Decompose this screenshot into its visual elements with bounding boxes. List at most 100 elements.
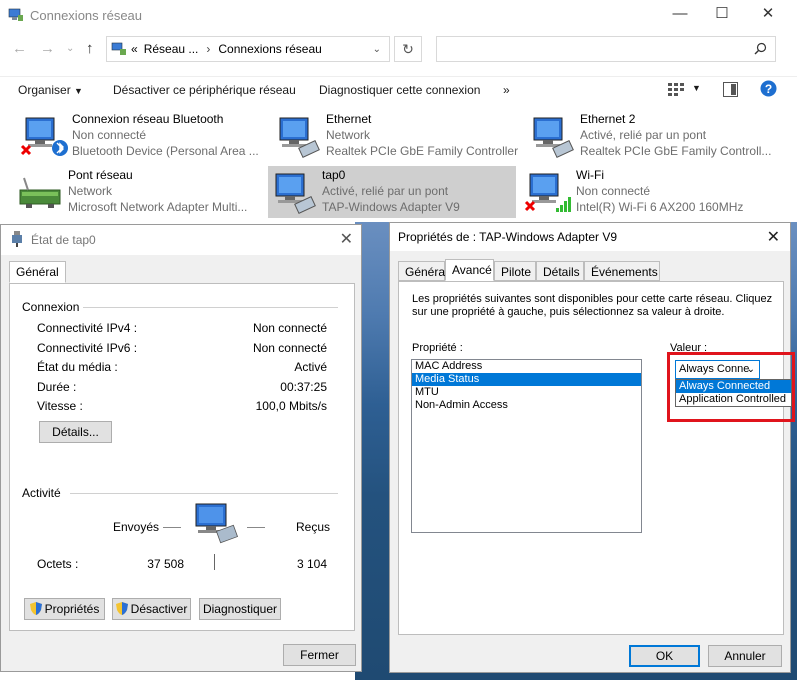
connection-name: Pont réseau: [68, 168, 133, 182]
tab-general[interactable]: Général: [9, 261, 66, 283]
connection-tile[interactable]: Wi-Fi Non connecté Intel(R) Wi-Fi 6 AX200 …: [522, 166, 770, 218]
properties-dialog-title: Propriétés de : TAP-Windows Adapter V9: [398, 230, 617, 244]
media-state-label: État du média :: [37, 360, 118, 374]
duration-label: Durée :: [37, 380, 77, 394]
connection-status: Activé, relié par un pont: [322, 184, 449, 198]
forward-arrow-icon[interactable]: →: [40, 40, 55, 57]
status-dialog: État de tap0 ✕ Général Connexion Connect…: [0, 224, 362, 672]
breadcrumb-separator: ›: [206, 42, 211, 56]
breadcrumb-prefix[interactable]: «: [131, 42, 138, 56]
connection-name: Ethernet: [326, 112, 372, 126]
uac-shield-icon: [115, 602, 128, 615]
diagnose-button[interactable]: Diagnostiquer: [199, 598, 281, 620]
address-dropdown-icon[interactable]: ⌄: [373, 44, 381, 55]
sent-label: Envoyés: [113, 520, 160, 534]
maximize-button[interactable]: ☐: [699, 0, 745, 28]
connection-status: Network: [326, 128, 371, 142]
connection-device: Intel(R) Wi-Fi 6 AX200 160MHz: [576, 200, 744, 214]
property-item-mac-address[interactable]: MAC Address: [412, 360, 641, 373]
duration-value: 00:37:25: [280, 380, 327, 394]
properties-button[interactable]: Propriétés: [24, 598, 105, 620]
connection-group-label: Connexion: [22, 300, 84, 314]
tab-driver[interactable]: Pilote: [494, 261, 536, 281]
activity-adapter-icon: [195, 503, 239, 544]
address-bar-row: ← → ⌄ ↑ « Réseau ... › Connexions réseau…: [0, 34, 797, 64]
address-input[interactable]: « Réseau ... › Connexions réseau ⌄: [106, 36, 390, 62]
connection-tile[interactable]: Pont réseau Network Microsoft Network Adap…: [14, 166, 262, 218]
ok-button[interactable]: OK: [629, 645, 700, 667]
diagnose-command[interactable]: Diagnostiquer cette connexion: [319, 83, 480, 97]
close-window-button[interactable]: ✕: [745, 0, 791, 28]
preview-pane-icon[interactable]: [723, 82, 738, 97]
property-item-media-status[interactable]: Media Status: [412, 373, 641, 386]
octets-received-value: 3 104: [296, 557, 327, 571]
breadcrumb-connexions[interactable]: Connexions réseau: [218, 42, 321, 56]
activity-group-line: [70, 493, 338, 494]
more-commands-button[interactable]: »: [503, 83, 510, 97]
activity-group-label: Activité: [22, 486, 65, 500]
connection-device: Realtek PCIe GbE Family Controll...: [580, 144, 772, 158]
explorer-window: Connexions réseau — ☐ ✕ ← → ⌄ ↑ « Réseau…: [0, 0, 797, 222]
up-arrow-icon[interactable]: ↑: [86, 40, 94, 57]
organize-menu[interactable]: Organiser ▼: [18, 83, 83, 97]
advanced-panel: Les propriétés suivantes sont disponible…: [398, 281, 792, 635]
connection-status: Network: [68, 184, 113, 198]
connection-tile[interactable]: Ethernet 2 Activé, relié par un pont Realt…: [526, 110, 774, 162]
connection-device: TAP-Windows Adapter V9: [322, 200, 460, 214]
media-state-value: Activé: [294, 360, 327, 374]
property-label: Propriété :: [412, 342, 463, 354]
status-dialog-titlebar: État de tap0 ✕: [1, 225, 361, 255]
view-options-icon[interactable]: [668, 83, 684, 96]
details-button[interactable]: Détails...: [39, 421, 112, 443]
tab-general[interactable]: Général: [398, 261, 448, 281]
speed-label: Vitesse :: [37, 399, 83, 413]
ipv6-value: Non connecté: [252, 341, 327, 355]
connection-tile[interactable]: Connexion réseau Bluetooth Non connecté Bl…: [18, 110, 266, 162]
connection-status: Non connecté: [576, 184, 651, 198]
connection-device: Microsoft Network Adapter Multi...: [68, 200, 248, 214]
help-icon[interactable]: ?: [760, 80, 777, 97]
svg-text:?: ?: [765, 82, 772, 96]
breadcrumb-reseau[interactable]: Réseau ...: [144, 42, 199, 56]
connection-tile[interactable]: Ethernet Network Realtek PCIe GbE Family C…: [272, 110, 520, 162]
uac-shield-icon: [29, 602, 42, 615]
speed-value: 100,0 Mbits/s: [255, 399, 327, 413]
tab-events[interactable]: Événements: [584, 261, 660, 281]
property-listbox[interactable]: MAC Address Media Status MTU Non-Admin A…: [411, 359, 642, 533]
tab-advanced[interactable]: Avancé: [445, 259, 494, 281]
properties-dialog: Propriétés de : TAP-Windows Adapter V9 ✕…: [389, 222, 792, 673]
connection-name: Wi-Fi: [576, 168, 604, 182]
properties-close-icon[interactable]: ✕: [767, 227, 780, 247]
ipv4-label: Connectivité IPv4 :: [37, 321, 138, 335]
property-item-mtu[interactable]: MTU: [412, 386, 641, 399]
adapter-status-icon: [12, 231, 22, 247]
octets-sent-value: 37 508: [147, 557, 184, 571]
dropdown-arrow-icon: ▼: [74, 86, 83, 96]
annotation-highlight-box: [667, 352, 795, 422]
search-input[interactable]: [436, 36, 776, 62]
connection-status: Activé, relié par un pont: [580, 128, 707, 142]
status-general-panel: Connexion Connectivité IPv4 : Non connec…: [9, 283, 355, 631]
network-connections-icon: [8, 8, 23, 21]
received-label: Reçus: [296, 520, 331, 534]
cancel-button[interactable]: Annuler: [708, 645, 782, 667]
network-adapter-icon: [533, 117, 574, 158]
connection-tile[interactable]: tap0 Activé, relié par un pont TAP-Windows…: [268, 166, 516, 218]
recent-chevron-icon[interactable]: ⌄: [66, 43, 74, 54]
back-arrow-icon[interactable]: ←: [12, 40, 27, 57]
view-dropdown-icon[interactable]: ▼: [692, 83, 701, 93]
close-status-button[interactable]: Fermer: [283, 644, 356, 666]
disable-button[interactable]: Désactiver: [112, 598, 191, 620]
window-title: Connexions réseau: [30, 7, 143, 23]
refresh-icon: ↻: [402, 41, 414, 57]
tab-details[interactable]: Détails: [536, 261, 584, 281]
command-bar: Organiser ▼ Désactiver ce périphérique r…: [0, 76, 797, 102]
disable-device-command[interactable]: Désactiver ce périphérique réseau: [113, 83, 296, 97]
refresh-button[interactable]: ↻: [394, 36, 422, 62]
properties-dialog-titlebar: Propriétés de : TAP-Windows Adapter V9 ✕: [390, 223, 790, 251]
status-close-icon[interactable]: ✕: [340, 229, 353, 249]
search-icon: [754, 42, 767, 55]
connection-group-line: [80, 307, 338, 308]
property-item-non-admin-access[interactable]: Non-Admin Access: [412, 399, 641, 412]
minimize-button[interactable]: —: [657, 0, 703, 28]
